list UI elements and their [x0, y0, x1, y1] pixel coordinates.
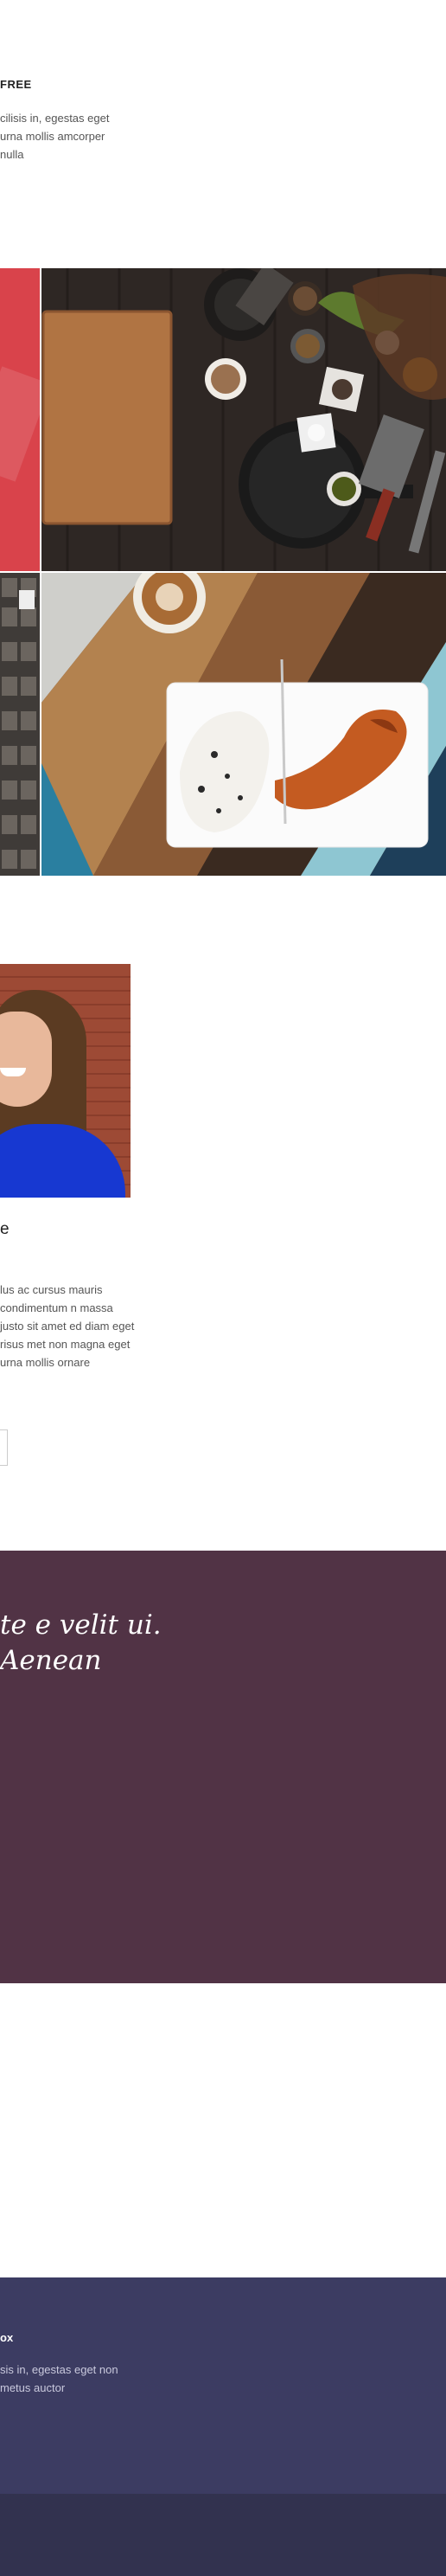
- portrait-face: [0, 1012, 52, 1107]
- info-box-heading: ox: [0, 2331, 14, 2344]
- info-box-body-text: sis in, egestas eget non metus auctor: [0, 2363, 118, 2394]
- quote-section: te e velit ui. Aenean: [0, 1551, 446, 1983]
- blank-section: [0, 1983, 446, 2277]
- kitchen-still-life-image[interactable]: [41, 268, 446, 571]
- letterpress-illustration: [0, 573, 40, 876]
- team-member-photo: [0, 964, 131, 1198]
- feature-heading: FREE: [0, 78, 32, 91]
- team-member-profile: e lus ac cursus mauris condimentum n mas…: [0, 876, 446, 1551]
- quote-text: te e velit ui. Aenean: [0, 1609, 162, 1676]
- plated-food-image[interactable]: [41, 573, 446, 876]
- red-texture-image[interactable]: [0, 268, 40, 571]
- info-box-section: ox sis in, egestas eget non metus auctor: [0, 2277, 446, 2494]
- texture-highlight: [0, 366, 40, 482]
- page-footer: [0, 2494, 446, 2576]
- kitchen-illustration: [41, 268, 446, 571]
- gallery-divider-horizontal: [0, 571, 446, 573]
- food-illustration: [41, 573, 446, 876]
- team-member-bio: lus ac cursus mauris condimentum n massa…: [0, 1283, 135, 1369]
- letterpress-type-image[interactable]: [0, 573, 40, 876]
- profile-button[interactable]: [0, 1429, 8, 1466]
- image-gallery: [0, 268, 446, 876]
- feature-body-text: cilisis in, egestas eget urna mollis amc…: [0, 112, 110, 161]
- team-member-name: e: [0, 1220, 10, 1238]
- feature-section: FREE cilisis in, egestas eget urna molli…: [0, 0, 446, 268]
